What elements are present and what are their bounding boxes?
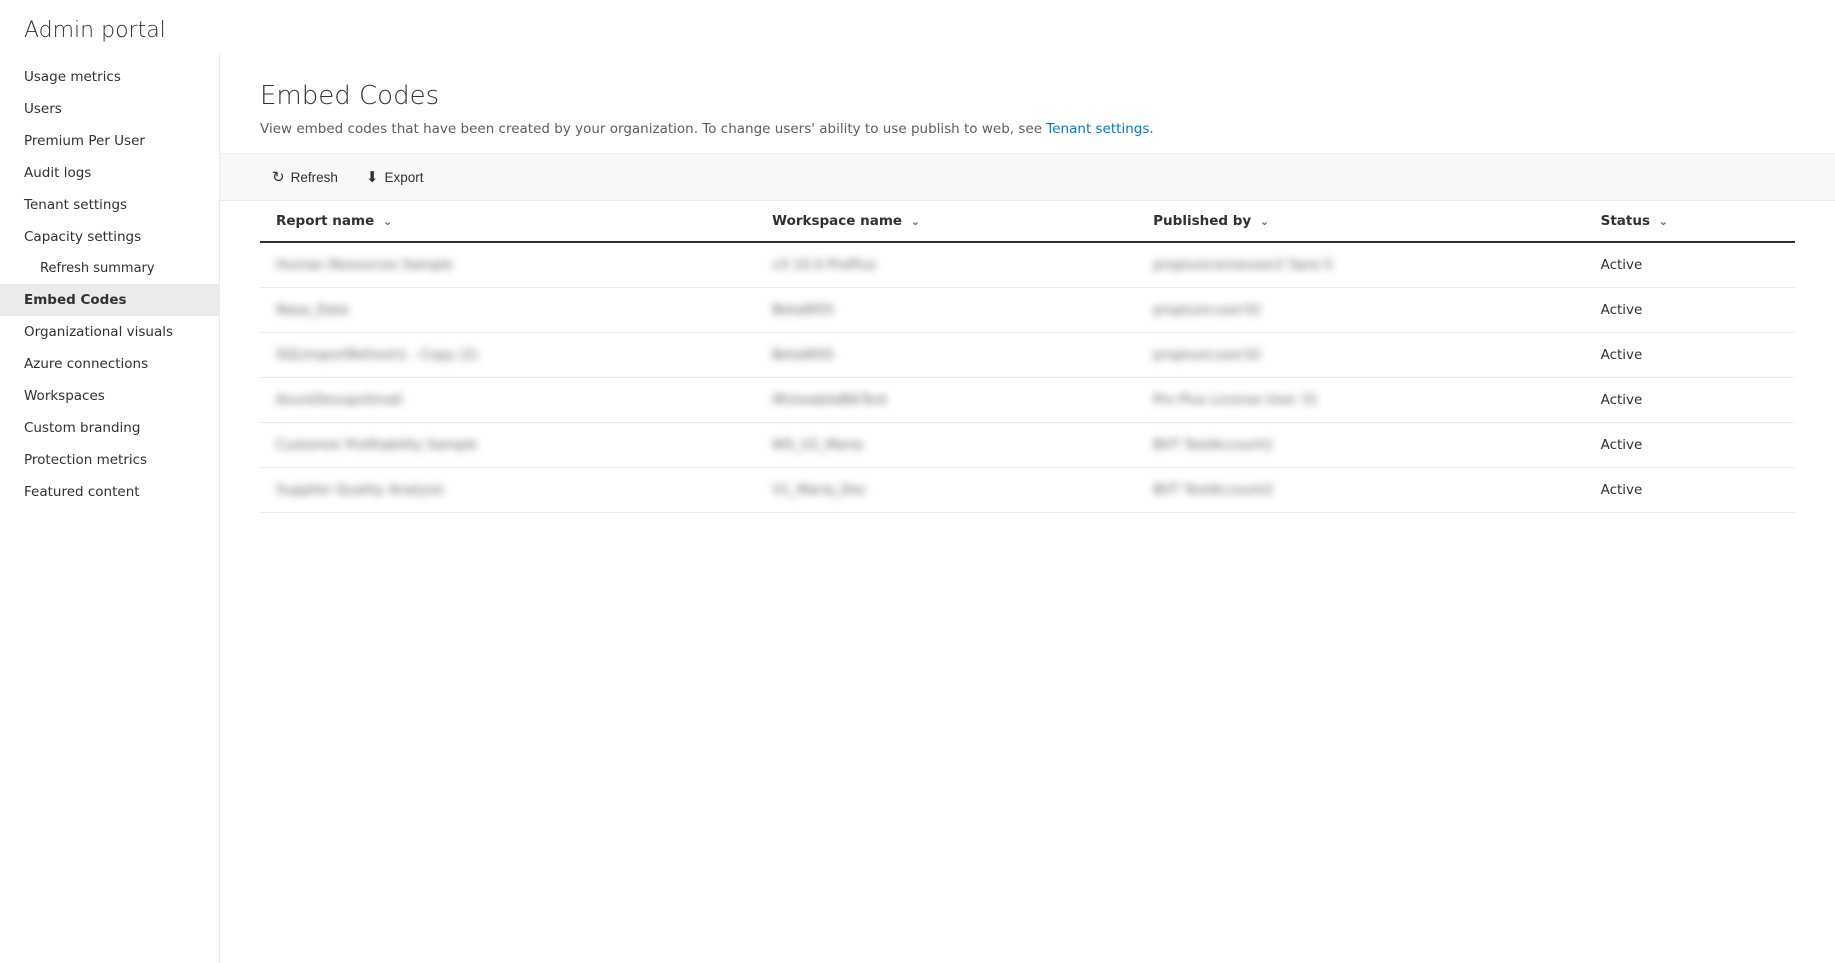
export-icon: ⬇ (366, 168, 379, 186)
toolbar: ↻ Refresh ⬇ Export (220, 153, 1835, 201)
cell-status: Active (1585, 288, 1795, 333)
cell-report_name: AzureDevopsSmall (260, 378, 756, 423)
cell-published_by: BVT TestAccount1 (1137, 423, 1584, 468)
sidebar-item-organizational-visuals[interactable]: Organizational visuals (0, 316, 219, 348)
cell-status: Active (1585, 468, 1795, 513)
cell-status: Active (1585, 333, 1795, 378)
table-header: Report name ⌄Workspace name ⌄Published b… (260, 201, 1795, 242)
embed-codes-table: Report name ⌄Workspace name ⌄Published b… (260, 201, 1795, 513)
cell-report_name: Customer Profitability Sample (260, 423, 756, 468)
sidebar-item-audit-logs[interactable]: Audit logs (0, 157, 219, 189)
sort-icon-report-name: ⌄ (383, 215, 392, 228)
cell-published_by: proplusicuser32 (1137, 333, 1584, 378)
cell-report_name: Supplier Quality Analysis (260, 468, 756, 513)
cell-published_by: proplusicenseuser2 Sara S (1137, 242, 1584, 288)
sidebar-item-refresh-summary[interactable]: Refresh summary (0, 253, 219, 284)
sidebar-item-workspaces[interactable]: Workspaces (0, 380, 219, 412)
cell-workspace_name: BetaWS5 (756, 288, 1137, 333)
refresh-icon: ↻ (272, 168, 285, 186)
table-row[interactable]: Supplier Quality AnalysisV1_Maria_DecBVT… (260, 468, 1795, 513)
table-row[interactable]: Human Resources Samplev3 10.0 ProPluspro… (260, 242, 1795, 288)
col-header-status[interactable]: Status ⌄ (1585, 201, 1795, 242)
table-body: Human Resources Samplev3 10.0 ProPluspro… (260, 242, 1795, 513)
sidebar-item-custom-branding[interactable]: Custom branding (0, 412, 219, 444)
table-row[interactable]: AzureDevopsSmallIRUseableBIkTestPro Plus… (260, 378, 1795, 423)
table-row[interactable]: Customer Profitability SampleWS_V2_Maria… (260, 423, 1795, 468)
tenant-settings-link[interactable]: Tenant settings (1046, 121, 1149, 137)
sidebar-item-capacity-settings[interactable]: Capacity settings (0, 221, 219, 253)
table-row[interactable]: Nasa_DataBetaWS5proplusicuser32Active (260, 288, 1795, 333)
sidebar-item-azure-connections[interactable]: Azure connections (0, 348, 219, 380)
cell-report_name: SQLImportRefresh1 - Copy (2) (260, 333, 756, 378)
cell-published_by: BVT TestAccount2 (1137, 468, 1584, 513)
col-header-workspace-name[interactable]: Workspace name ⌄ (756, 201, 1137, 242)
cell-status: Active (1585, 242, 1795, 288)
cell-report_name: Nasa_Data (260, 288, 756, 333)
col-header-published-by[interactable]: Published by ⌄ (1137, 201, 1584, 242)
cell-published_by: Pro Plus License User 31 (1137, 378, 1584, 423)
app-title: Admin portal (0, 0, 1835, 53)
sidebar-item-embed-codes[interactable]: Embed Codes (0, 284, 219, 316)
sidebar-item-premium-per-user[interactable]: Premium Per User (0, 125, 219, 157)
sidebar-item-featured-content[interactable]: Featured content (0, 476, 219, 508)
sidebar-item-protection-metrics[interactable]: Protection metrics (0, 444, 219, 476)
cell-report_name: Human Resources Sample (260, 242, 756, 288)
sort-icon-workspace-name: ⌄ (911, 215, 920, 228)
sort-icon-status: ⌄ (1659, 215, 1668, 228)
export-button[interactable]: ⬇ Export (354, 162, 436, 192)
sidebar-item-users[interactable]: Users (0, 93, 219, 125)
col-header-report-name[interactable]: Report name ⌄ (260, 201, 756, 242)
cell-status: Active (1585, 423, 1795, 468)
cell-status: Active (1585, 378, 1795, 423)
table-row[interactable]: SQLImportRefresh1 - Copy (2)BetaWS5propl… (260, 333, 1795, 378)
page-description: View embed codes that have been created … (260, 121, 1795, 137)
main-header: Embed Codes View embed codes that have b… (220, 53, 1835, 153)
sort-icon-published-by: ⌄ (1260, 215, 1269, 228)
page-title: Embed Codes (260, 81, 1795, 111)
cell-workspace_name: v3 10.0 ProPlus (756, 242, 1137, 288)
cell-workspace_name: BetaWS5 (756, 333, 1137, 378)
embed-codes-table-wrapper: Report name ⌄Workspace name ⌄Published b… (220, 201, 1835, 963)
cell-published_by: proplusicuser32 (1137, 288, 1584, 333)
sidebar: Usage metricsUsersPremium Per UserAudit … (0, 53, 220, 963)
cell-workspace_name: V1_Maria_Dec (756, 468, 1137, 513)
main-content: Embed Codes View embed codes that have b… (220, 53, 1835, 963)
cell-workspace_name: IRUseableBIkTest (756, 378, 1137, 423)
cell-workspace_name: WS_V2_Maria (756, 423, 1137, 468)
refresh-button[interactable]: ↻ Refresh (260, 162, 350, 192)
sidebar-item-usage-metrics[interactable]: Usage metrics (0, 61, 219, 93)
sidebar-item-tenant-settings[interactable]: Tenant settings (0, 189, 219, 221)
